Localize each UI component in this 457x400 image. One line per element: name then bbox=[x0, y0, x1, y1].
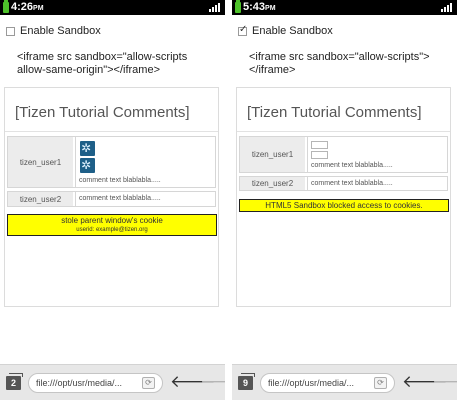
iframe-code: <iframe src sandbox="allow-scripts allow… bbox=[17, 51, 217, 77]
comment-user: tizen_user1 bbox=[8, 137, 73, 187]
url-text: file:///opt/usr/media/... bbox=[36, 378, 123, 388]
forward-arrow-icon[interactable]: 🡒 bbox=[200, 373, 225, 391]
code-line-1: <iframe src sandbox="allow-scripts bbox=[17, 51, 188, 63]
url-bar[interactable]: file:///opt/usr/media/... ⟳ bbox=[260, 373, 395, 393]
comment-row: tizen_user1 comment text blablabla..... bbox=[239, 136, 448, 173]
checkbox-icon[interactable] bbox=[6, 26, 15, 36]
status-time: 5:43PM bbox=[243, 1, 276, 13]
tabs-icon[interactable]: 9 bbox=[238, 373, 255, 390]
comment-text: comment text blablabla..... bbox=[311, 180, 393, 187]
sandbox-label: Enable Sandbox bbox=[20, 25, 101, 37]
comment-user: tizen_user2 bbox=[8, 192, 73, 206]
cookie-status-banner: HTML5 Sandbox blocked access to cookies. bbox=[239, 199, 449, 212]
signal-icon bbox=[441, 3, 453, 12]
reload-icon[interactable]: ⟳ bbox=[374, 377, 387, 389]
comment-body: comment text blablabla..... bbox=[307, 137, 447, 172]
status-bar: 4:26PM bbox=[0, 0, 225, 15]
comment-body: comment text blablabla..... bbox=[307, 177, 447, 190]
browser-toolbar: 2 file:///opt/usr/media/... ⟳ 🡐 🡒 bbox=[0, 364, 225, 400]
screen-right: 5:43PM Enable Sandbox <iframe src sandbo… bbox=[232, 0, 457, 400]
battery-icon bbox=[3, 0, 9, 13]
code-line-2: </iframe> bbox=[249, 64, 296, 76]
tabs-icon[interactable]: 2 bbox=[6, 373, 23, 390]
reload-icon[interactable]: ⟳ bbox=[142, 377, 155, 389]
comment-user: tizen_user2 bbox=[240, 177, 305, 190]
comment-row: tizen_user2 comment text blablabla..... bbox=[7, 191, 216, 207]
checkbox-icon[interactable] bbox=[238, 24, 247, 36]
banner-message: stole parent window's cookie bbox=[61, 216, 163, 225]
comment-row: tizen_user2 comment text blablabla..... bbox=[239, 176, 448, 191]
iframe-code: <iframe src sandbox="allow-scripts"> </i… bbox=[249, 51, 449, 77]
code-line-2: allow-same-origin"></iframe> bbox=[17, 64, 160, 76]
divider bbox=[237, 131, 450, 132]
broken-image-icon bbox=[311, 141, 328, 149]
comment-body: ✲ ✲ comment text blablabla..... bbox=[75, 137, 215, 187]
sandbox-toggle[interactable]: Enable Sandbox bbox=[238, 24, 333, 38]
comment-text: comment text blablabla..... bbox=[79, 195, 161, 202]
comment-row: tizen_user1 ✲ ✲ comment text blablabla..… bbox=[7, 136, 216, 188]
iframe-view: [Tizen Tutorial Comments] tizen_user1 ✲ … bbox=[4, 87, 219, 307]
divider bbox=[5, 131, 218, 132]
broken-image-icon bbox=[311, 151, 328, 159]
forward-arrow-icon[interactable]: 🡒 bbox=[432, 373, 457, 391]
status-bar: 5:43PM bbox=[232, 0, 457, 15]
status-time: 4:26PM bbox=[11, 1, 44, 13]
screen-divider bbox=[225, 0, 232, 400]
pinwheel-image-icon: ✲ bbox=[80, 141, 95, 156]
sandbox-toggle[interactable]: Enable Sandbox bbox=[6, 24, 101, 38]
browser-toolbar: 9 file:///opt/usr/media/... ⟳ 🡐 🡒 bbox=[232, 364, 457, 400]
banner-message: HTML5 Sandbox blocked access to cookies. bbox=[265, 201, 423, 210]
comment-text: comment text blablabla..... bbox=[311, 162, 393, 169]
frame-title: [Tizen Tutorial Comments] bbox=[247, 104, 422, 121]
url-bar[interactable]: file:///opt/usr/media/... ⟳ bbox=[28, 373, 163, 393]
sandbox-label: Enable Sandbox bbox=[252, 25, 333, 37]
signal-icon bbox=[209, 3, 221, 12]
comment-user: tizen_user1 bbox=[240, 137, 305, 172]
comment-body: comment text blablabla..... bbox=[75, 192, 215, 206]
code-line-1: <iframe src sandbox="allow-scripts"> bbox=[249, 51, 430, 63]
banner-userid: userid: example@tizen.org bbox=[76, 227, 148, 233]
url-text: file:///opt/usr/media/... bbox=[268, 378, 355, 388]
iframe-view: [Tizen Tutorial Comments] tizen_user1 co… bbox=[236, 87, 451, 307]
pinwheel-image-icon: ✲ bbox=[80, 158, 95, 173]
battery-icon bbox=[235, 0, 241, 13]
frame-title: [Tizen Tutorial Comments] bbox=[15, 104, 190, 121]
screen-left: 4:26PM Enable Sandbox <iframe src sandbo… bbox=[0, 0, 225, 400]
comment-text: comment text blablabla..... bbox=[79, 177, 161, 184]
cookie-status-banner: stole parent window's cookie userid: exa… bbox=[7, 214, 217, 236]
